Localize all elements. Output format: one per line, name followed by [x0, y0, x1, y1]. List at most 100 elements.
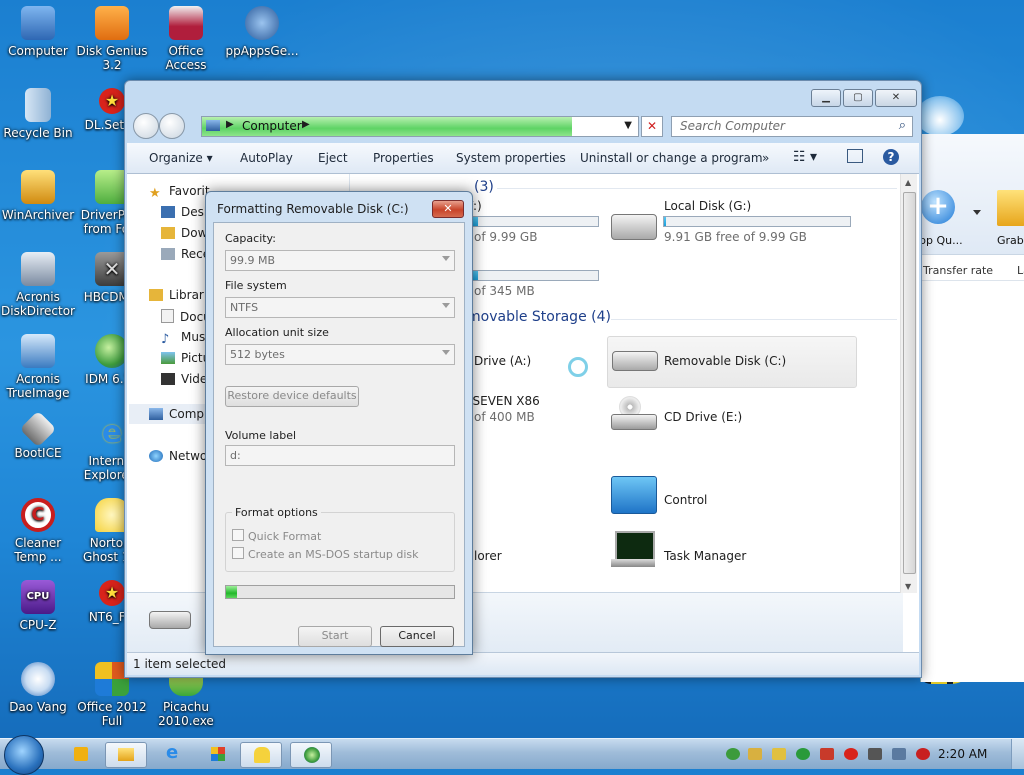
desktop-icon-acronis-trueimage[interactable]: Acronis TrueImage [0, 334, 76, 400]
tray-star-icon[interactable] [844, 748, 858, 760]
nav-item-pictures[interactable]: Pictu [161, 351, 210, 365]
network-app-icon[interactable] [197, 742, 237, 766]
drive-g-name[interactable]: Local Disk (G:) [664, 199, 751, 213]
removable-disk-c-item[interactable]: Removable Disk (C:) [607, 336, 857, 388]
eject-button[interactable]: Eject [318, 151, 348, 165]
tray-play-icon[interactable] [796, 748, 810, 760]
desktop-icon-office-access[interactable]: Office Access [148, 6, 224, 72]
desktop-icon-label: Cleaner Temp ... [14, 536, 62, 564]
address-bar[interactable]: ▶ Computer ▶ ▼ [201, 116, 639, 137]
desktop-icon-dao-vang[interactable]: Dao Vang [0, 662, 76, 714]
forward-button[interactable] [159, 113, 185, 139]
drive-c-name: Removable Disk (C:) [664, 354, 787, 368]
hard-disk-group-count[interactable]: (3) [474, 179, 494, 195]
tray-key-icon[interactable] [772, 748, 786, 760]
nav-item-documents[interactable]: Docu [161, 309, 211, 324]
scroll-up-arrow-icon[interactable]: ▲ [905, 178, 911, 187]
search-input[interactable]: Search Computer ⌕ [671, 116, 913, 137]
ie-taskbar-icon[interactable]: e [153, 742, 193, 766]
allocation-unit-select[interactable]: 512 bytes [225, 344, 455, 365]
breadcrumb-chevron-icon[interactable]: ▶ [302, 119, 310, 130]
column-la[interactable]: La [1017, 264, 1024, 277]
msdos-startup-checkbox[interactable]: Create an MS-DOS startup disk [232, 547, 419, 561]
tray-idm-icon[interactable] [726, 748, 740, 760]
scroll-down-arrow-icon[interactable]: ▼ [905, 582, 911, 591]
nav-item-network[interactable]: Netwo [149, 449, 207, 463]
nav-item-desktop[interactable]: Desk [161, 205, 211, 219]
scrollbar-thumb[interactable] [903, 192, 916, 574]
maximize-button[interactable]: ▢ [843, 89, 873, 107]
tray-files-icon[interactable] [748, 748, 762, 760]
tray-network-icon[interactable] [892, 748, 906, 760]
vertical-scrollbar[interactable]: ▲ ▼ [900, 174, 917, 593]
column-transfer-rate[interactable]: Transfer rate [923, 264, 993, 277]
desktop-icon-recycle-bin[interactable]: Recycle Bin [0, 88, 76, 140]
start-button[interactable]: Start [298, 626, 372, 647]
app-quick-label[interactable]: pp Qu... [919, 234, 963, 247]
stop-button[interactable]: ✕ [641, 116, 663, 137]
volume-label-input[interactable]: d: [225, 445, 455, 466]
nav-item-favorites[interactable]: ★ Favorit [149, 184, 210, 200]
more-commands-button[interactable]: » [762, 151, 769, 165]
globe-taskbar-icon[interactable] [290, 742, 332, 768]
drive-e-name[interactable]: CD Drive (E:) [664, 410, 742, 424]
explorer-item-label[interactable]: lorer [474, 549, 502, 563]
desktop-icon-winarchiver[interactable]: WinArchiver [0, 170, 76, 222]
background-window[interactable]: + pp Qu... Grabb Transfer rate La [919, 134, 1024, 682]
removable-storage-group-title[interactable]: movable Storage (4) [467, 309, 611, 325]
desktop-icon-cleaner[interactable]: C Cleaner Temp ... [0, 498, 76, 564]
ghost-taskbar-icon[interactable] [240, 742, 282, 768]
system-properties-button[interactable]: System properties [456, 151, 566, 165]
tray-volume-muted-icon[interactable] [916, 748, 930, 760]
autoplay-button[interactable]: AutoPlay [240, 151, 293, 165]
desktop-icon-bootice[interactable]: BootICE [0, 410, 76, 460]
capacity-select[interactable]: 99.9 MB [225, 250, 455, 271]
desktop-icon-cpuz[interactable]: CPU CPU-Z [0, 580, 76, 632]
tray-flag-icon[interactable] [868, 748, 882, 760]
grab-label[interactable]: Grabb [997, 234, 1024, 247]
close-button[interactable]: ✕ [875, 89, 917, 107]
nav-item-computer[interactable]: Comp [149, 407, 204, 421]
desktop-icon-computer[interactable]: Computer [0, 6, 76, 58]
properties-button[interactable]: Properties [373, 151, 434, 165]
drive-a-name[interactable]: Drive (A:) [474, 354, 531, 368]
tray-app-icon[interactable] [820, 748, 834, 760]
desktop-icon-disk-genius[interactable]: Disk Genius 3.2 [74, 6, 150, 72]
nav-item-downloads[interactable]: Dow [161, 226, 207, 240]
task-manager-label[interactable]: Task Manager [664, 549, 746, 563]
desktop-icon-label: Recycle Bin [3, 126, 73, 140]
nav-item-recent[interactable]: Rece [161, 247, 210, 261]
desktop-icon-acronis-diskdirector[interactable]: Acronis DiskDirector [0, 252, 76, 318]
clock[interactable]: 2:20 AM [938, 747, 987, 761]
address-dropdown-icon[interactable]: ▼ [624, 120, 632, 131]
file-system-select[interactable]: NTFS [225, 297, 455, 318]
start-button[interactable] [4, 735, 44, 775]
help-icon[interactable]: ? [883, 149, 899, 165]
minimize-button[interactable]: ▁ [811, 89, 841, 107]
desktop-icon-ppapps[interactable]: ppAppsGe... [224, 6, 300, 58]
dialog-close-button[interactable]: ✕ [432, 200, 464, 218]
dropdown-arrow-icon[interactable] [973, 210, 981, 215]
preview-pane-icon[interactable] [847, 149, 863, 163]
media-player-icon[interactable] [62, 742, 98, 766]
format-dialog[interactable]: Formatting Removable Disk (C:) ✕ Capacit… [205, 191, 473, 655]
back-button[interactable] [133, 113, 159, 139]
desktop-icon-label: Disk Genius 3.2 [76, 44, 148, 72]
explorer-taskbar-icon[interactable] [105, 742, 147, 768]
control-label[interactable]: Control [664, 493, 707, 507]
folder-icon [997, 190, 1024, 226]
quick-format-checkbox[interactable]: Quick Format [232, 529, 321, 543]
nav-item-videos[interactable]: Vide [161, 372, 207, 386]
search-icon[interactable]: ⌕ [899, 118, 906, 133]
drive-seven-name[interactable]: ) SEVEN X86 [464, 394, 540, 408]
organize-button[interactable]: Organize ▾ [149, 151, 213, 165]
show-desktop-button[interactable] [1011, 739, 1024, 769]
view-options-icon[interactable]: ☷ ▾ [793, 149, 817, 165]
restore-defaults-button[interactable]: Restore device defaults [225, 386, 359, 407]
add-icon[interactable]: + [921, 190, 955, 224]
nav-item-libraries[interactable]: Librari [149, 288, 207, 302]
nav-item-music[interactable]: ♪ Mus [161, 330, 205, 346]
cancel-button[interactable]: Cancel [380, 626, 454, 647]
drive-f-free: of 9.99 GB [474, 230, 538, 244]
uninstall-program-button[interactable]: Uninstall or change a program [580, 151, 763, 165]
